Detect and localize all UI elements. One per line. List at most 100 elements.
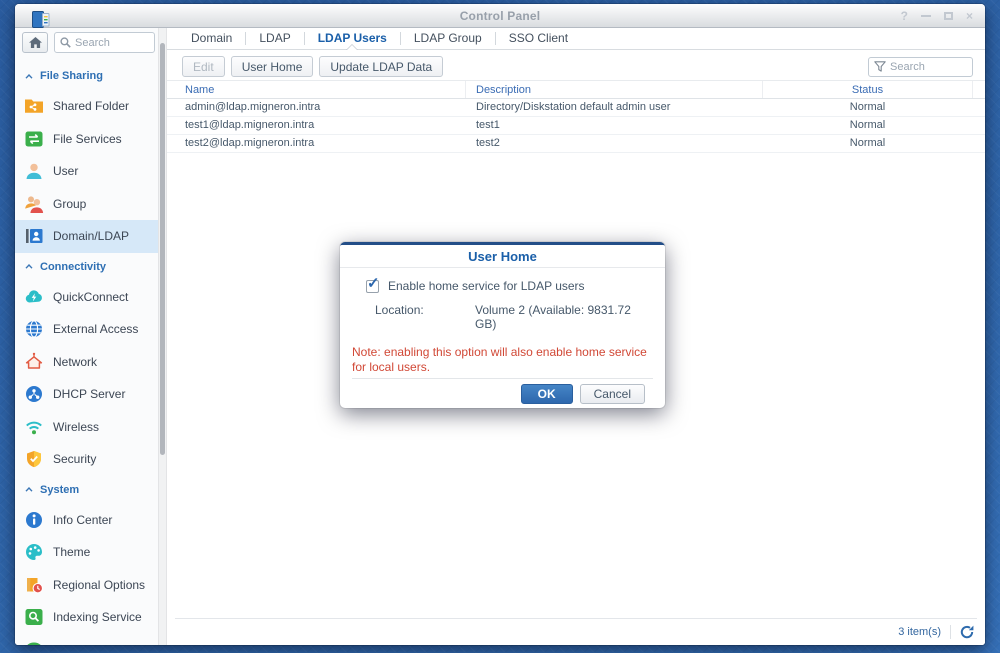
column-header-status[interactable]: Status: [762, 81, 973, 98]
tab-ldap[interactable]: LDAP: [246, 28, 303, 49]
tab-bar: Domain LDAP LDAP Users LDAP Group SSO Cl…: [167, 28, 985, 50]
sidebar-search-input[interactable]: [75, 36, 147, 49]
table-search[interactable]: [868, 56, 973, 77]
sidebar-item-domain-ldap[interactable]: Domain/LDAP: [15, 220, 158, 253]
sidebar-item-user[interactable]: User: [15, 155, 158, 188]
sidebar-item-group[interactable]: Group: [15, 188, 158, 221]
sidebar-item-dhcp-server[interactable]: DHCP Server: [15, 378, 158, 411]
security-icon: [24, 449, 44, 469]
cell-name: admin@ldap.migneron.intra: [185, 101, 321, 113]
section-label: Connectivity: [40, 260, 107, 273]
edit-button[interactable]: Edit: [182, 56, 225, 77]
sidebar-item-label: Domain/LDAP: [53, 229, 130, 244]
column-header-name[interactable]: Name: [167, 81, 465, 98]
sidebar-item-regional-options[interactable]: Regional Options: [15, 569, 158, 602]
sidebar-item-theme[interactable]: Theme: [15, 536, 158, 569]
dhcp-server-icon: [24, 384, 44, 404]
status-divider: [950, 625, 951, 639]
user-home-button[interactable]: User Home: [230, 56, 314, 77]
window-controls: ? ×: [901, 4, 973, 27]
checkmark-icon: ✓: [367, 274, 380, 292]
wireless-icon: [24, 417, 44, 437]
sidebar-item-network[interactable]: Network: [15, 346, 158, 379]
file-services-icon: [24, 129, 44, 149]
chevron-up-icon: [25, 73, 33, 79]
sidebar-item-notification[interactable]: Notification: [15, 634, 158, 645]
section-file-sharing[interactable]: File Sharing: [15, 62, 158, 90]
window-title: Control Panel: [459, 8, 541, 23]
tab-ldap-users[interactable]: LDAP Users: [305, 28, 400, 50]
sidebar-item-file-services[interactable]: File Services: [15, 123, 158, 156]
sidebar-search[interactable]: [54, 32, 155, 53]
sidebar-item-info-center[interactable]: Info Center: [15, 504, 158, 537]
sidebar-item-label: Regional Options: [53, 577, 146, 592]
section-connectivity[interactable]: Connectivity: [15, 253, 158, 281]
sidebar-scrollbar[interactable]: [158, 28, 167, 645]
cell-description: Directory/Diskstation default admin user: [476, 101, 671, 113]
dialog-buttons: OK Cancel: [340, 379, 665, 408]
enable-home-service-checkbox[interactable]: ✓: [366, 275, 380, 293]
home-icon: [28, 36, 42, 48]
scrollbar-thumb[interactable]: [160, 43, 165, 455]
sidebar-item-external-access[interactable]: External Access: [15, 313, 158, 346]
dialog-title[interactable]: User Home: [340, 245, 665, 268]
tab-domain[interactable]: Domain: [178, 28, 245, 49]
section-system[interactable]: System: [15, 476, 158, 504]
domain-ldap-icon: [24, 226, 44, 246]
tab-sso-client[interactable]: SSO Client: [496, 28, 581, 49]
user-home-dialog: User Home ✓ Enable home service for LDAP…: [340, 242, 665, 408]
table-row[interactable]: test1@ldap.migneron.intra test1 Normal: [167, 117, 985, 135]
location-row: Location: Volume 2 (Available: 9831.72 G…: [375, 303, 653, 331]
sidebar-item-shared-folder[interactable]: Shared Folder: [15, 90, 158, 123]
sidebar-item-label: DHCP Server: [53, 387, 126, 402]
sidebar-item-wireless[interactable]: Wireless: [15, 411, 158, 444]
refresh-icon: [960, 625, 974, 639]
table-search-input[interactable]: [890, 60, 966, 73]
table-row[interactable]: test2@ldap.migneron.intra test2 Normal: [167, 135, 985, 153]
sidebar-item-label: QuickConnect: [53, 289, 129, 304]
update-ldap-data-button[interactable]: Update LDAP Data: [319, 56, 444, 77]
location-label: Location:: [375, 303, 424, 317]
cancel-button[interactable]: Cancel: [579, 383, 645, 404]
sidebar-item-label: Notification: [53, 643, 112, 645]
info-center-icon: [24, 510, 44, 530]
notification-icon: [24, 640, 44, 645]
maximize-icon[interactable]: [943, 11, 953, 20]
sidebar-header: [15, 28, 158, 56]
cell-name: test2@ldap.migneron.intra: [185, 137, 315, 149]
sidebar-item-label: Theme: [53, 545, 91, 560]
sidebar-item-label: Indexing Service: [53, 610, 142, 625]
indexing-service-icon: [24, 607, 44, 627]
table-row[interactable]: admin@ldap.migneron.intra Directory/Disk…: [167, 99, 985, 117]
home-button[interactable]: [22, 32, 48, 53]
help-icon[interactable]: ?: [901, 10, 908, 22]
item-count: 3 item(s): [898, 626, 941, 638]
tab-ldap-group[interactable]: LDAP Group: [401, 28, 495, 49]
ok-button[interactable]: OK: [520, 383, 573, 404]
section-label: System: [40, 483, 80, 496]
location-value: Volume 2 (Available: 9831.72 GB): [475, 303, 631, 331]
sidebar-item-indexing-service[interactable]: Indexing Service: [15, 601, 158, 634]
sidebar-item-label: User: [53, 164, 79, 179]
refresh-button[interactable]: [960, 625, 974, 639]
section-label: File Sharing: [40, 70, 103, 82]
quickconnect-icon: [24, 287, 44, 307]
table-header: Name Description Status: [167, 80, 985, 99]
sidebar-item-quickconnect[interactable]: QuickConnect: [15, 281, 158, 314]
sidebar-list: File Sharing Shared Folder File Services…: [15, 56, 158, 645]
column-header-description[interactable]: Description: [465, 81, 762, 98]
group-icon: [24, 194, 44, 214]
cell-status: Normal: [849, 137, 886, 149]
toolbar: Edit User Home Update LDAP Data: [167, 50, 985, 80]
minimize-icon[interactable]: [920, 14, 931, 17]
titlebar[interactable]: Control Panel ? ×: [15, 4, 985, 28]
shared-folder-icon: [24, 96, 44, 116]
cell-description: test1: [476, 119, 500, 131]
sidebar-item-label: Shared Folder: [53, 99, 130, 114]
close-icon[interactable]: ×: [966, 10, 973, 22]
sidebar-item-security[interactable]: Security: [15, 443, 158, 476]
cell-status: Normal: [849, 119, 886, 131]
cell-status: Normal: [849, 101, 886, 113]
sidebar-item-label: Network: [53, 354, 98, 369]
dialog-note: Note: enabling this option will also ena…: [352, 345, 647, 374]
